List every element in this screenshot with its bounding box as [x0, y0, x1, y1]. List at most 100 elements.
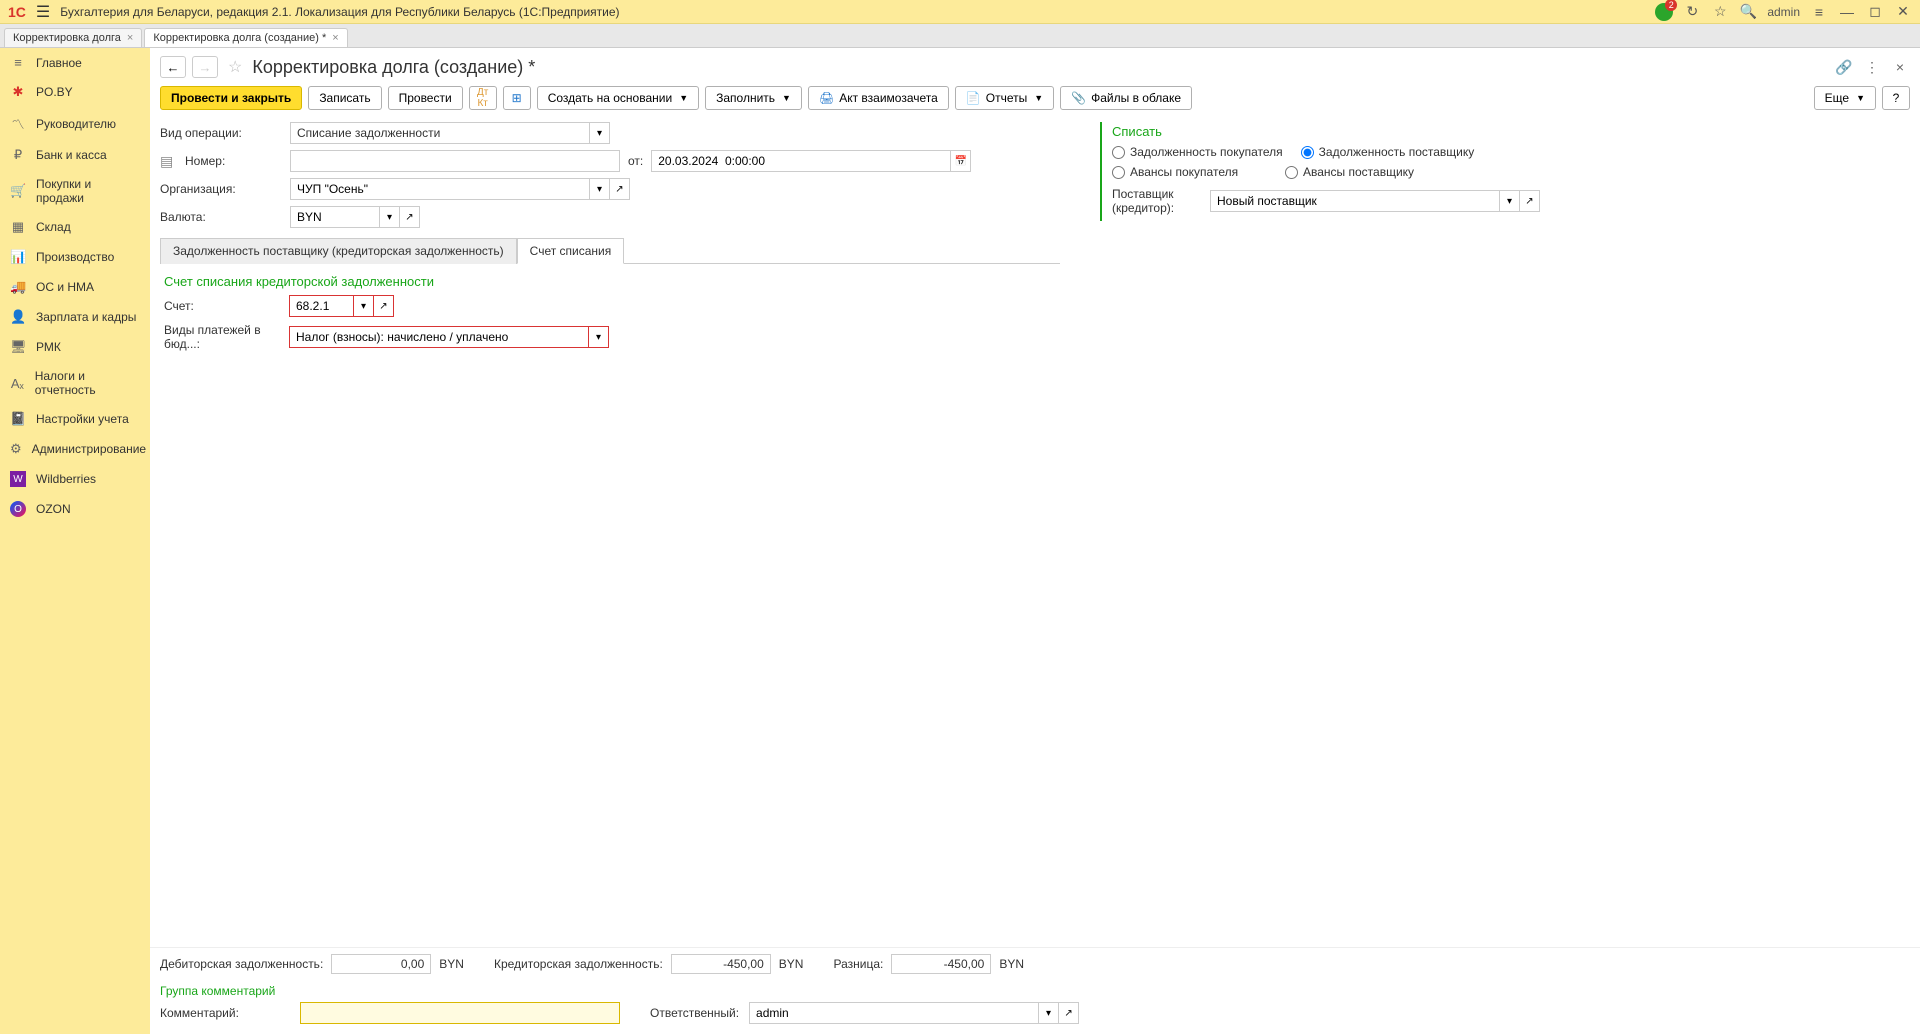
tab-label: Корректировка долга (создание) * [153, 32, 326, 44]
radio-label: Авансы покупателя [1130, 165, 1238, 179]
sidebar-label: Руководителю [36, 117, 116, 131]
close-window-icon[interactable]: ✕ [1894, 3, 1912, 21]
fill-button[interactable]: Заполнить▼ [705, 86, 802, 110]
dropdown-button[interactable]: ▾ [590, 122, 610, 144]
payment-types-input[interactable] [289, 326, 589, 348]
help-button[interactable]: ? [1882, 86, 1910, 110]
account-label: Счет: [164, 299, 289, 313]
sidebar-item-ozon[interactable]: ОOZON [0, 494, 150, 524]
writeoff-section-title: Счет списания кредиторской задолженности [164, 274, 1056, 289]
act-button[interactable]: 🖨Акт взаимозачета [808, 86, 949, 110]
radio-label: Задолженность покупателя [1130, 145, 1283, 159]
supplier-label: Поставщик (кредитор): [1112, 187, 1210, 215]
account-input[interactable] [289, 295, 354, 317]
username-label[interactable]: admin [1767, 5, 1800, 19]
sidebar-item-warehouse[interactable]: ▦Склад [0, 212, 150, 242]
tab-writeoff-account[interactable]: Счет списания [517, 238, 625, 264]
minimize-icon[interactable]: — [1838, 3, 1856, 21]
caret-down-icon: ▼ [1034, 93, 1043, 103]
dropdown-button[interactable]: ▾ [1500, 190, 1520, 212]
dropdown-button[interactable]: ▾ [589, 326, 609, 348]
link-icon[interactable]: 🔗 [1834, 57, 1854, 77]
sidebar-label: OZON [36, 502, 71, 516]
dropdown-button[interactable]: ▾ [380, 206, 400, 228]
cloud-files-button[interactable]: 📎Файлы в облаке [1060, 86, 1192, 110]
dt-kt-button[interactable]: Дт Кт [469, 86, 497, 110]
sidebar-item-rmk[interactable]: 🖥РМК [0, 332, 150, 362]
sidebar-item-production[interactable]: 📊Производство [0, 242, 150, 272]
structure-button[interactable]: ⊞ [503, 86, 531, 110]
sidebar-item-main[interactable]: ≡Главное [0, 48, 150, 77]
organization-input[interactable] [290, 178, 590, 200]
date-input[interactable] [651, 150, 951, 172]
number-input[interactable] [290, 150, 620, 172]
radio-buyer-advances[interactable]: Авансы покупателя [1112, 165, 1267, 179]
responsible-input[interactable] [749, 1002, 1039, 1024]
history-icon[interactable]: ↻ [1683, 3, 1701, 21]
operation-type-input[interactable]: Списание задолженности [290, 122, 590, 144]
titlebar: 1C ☰ Бухгалтерия для Беларуси, редакция … [0, 0, 1920, 24]
sidebar-label: Настройки учета [36, 412, 129, 426]
notification-badge-icon[interactable] [1655, 3, 1673, 21]
radio-supplier-advances[interactable]: Авансы поставщику [1285, 165, 1414, 179]
dropdown-button[interactable]: ▾ [590, 178, 610, 200]
open-button[interactable]: ↗ [1059, 1002, 1079, 1024]
tab-label: Корректировка долга [13, 32, 121, 44]
tab-content: Счет списания кредиторской задолженности… [160, 264, 1060, 367]
close-tab-icon[interactable]: × [127, 32, 133, 44]
number-icon: ▤ [160, 153, 185, 170]
organization-label: Организация: [160, 182, 290, 196]
sidebar-item-bank[interactable]: ₽Банк и касса [0, 140, 150, 170]
close-tab-icon[interactable]: × [332, 32, 338, 44]
sidebar-item-settings[interactable]: 📓Настройки учета [0, 404, 150, 434]
nav-forward-button[interactable]: → [192, 56, 218, 78]
sidebar-item-manager[interactable]: 〽Руководителю [0, 107, 150, 140]
comment-input[interactable] [300, 1002, 620, 1024]
favorite-toggle-icon[interactable]: ☆ [228, 57, 242, 77]
tab-debt-supplier[interactable]: Задолженность поставщику (кредиторская з… [160, 238, 517, 264]
post-button[interactable]: Провести [388, 86, 463, 110]
open-button[interactable]: ↗ [374, 295, 394, 317]
close-document-icon[interactable]: × [1890, 57, 1910, 77]
main-menu-icon[interactable]: ☰ [36, 2, 50, 22]
settings-icon[interactable]: ≡ [1810, 3, 1828, 21]
sidebar-item-admin[interactable]: ⚙Администрирование [0, 434, 150, 464]
maximize-icon[interactable]: ◻ [1866, 3, 1884, 21]
calendar-button[interactable]: 📅 [951, 150, 971, 172]
sidebar-item-sales[interactable]: 🛒Покупки и продажи [0, 170, 150, 212]
sidebar-label: Главное [36, 56, 82, 70]
pos-icon: 🖥 [10, 339, 26, 355]
document-header: ← → ☆ Корректировка долга (создание) * 🔗… [150, 48, 1920, 82]
radio-supplier-debt[interactable]: Задолженность поставщику [1301, 145, 1475, 159]
dropdown-button[interactable]: ▾ [354, 295, 374, 317]
radio-buyer-debt[interactable]: Задолженность покупателя [1112, 145, 1283, 159]
sidebar-item-taxes[interactable]: AₓНалоги и отчетность [0, 362, 150, 404]
more-vertical-icon[interactable]: ⋮ [1862, 57, 1882, 77]
sidebar-item-hr[interactable]: 👤Зарплата и кадры [0, 302, 150, 332]
reports-button[interactable]: 📄Отчеты▼ [955, 86, 1054, 110]
sidebar-item-assets[interactable]: 🚚ОС и НМА [0, 272, 150, 302]
report-icon: 📄 [966, 91, 981, 105]
responsible-label: Ответственный: [650, 1006, 739, 1020]
nav-back-button[interactable]: ← [160, 56, 186, 78]
dropdown-button[interactable]: ▾ [1039, 1002, 1059, 1024]
sidebar-item-wildberries[interactable]: WWildberries [0, 464, 150, 494]
titlebar-right: ↻ ☆ 🔍 admin ≡ — ◻ ✕ [1655, 3, 1912, 21]
currency-input[interactable] [290, 206, 380, 228]
tab-item[interactable]: Корректировка долга (создание) * × [144, 28, 347, 47]
supplier-input[interactable] [1210, 190, 1500, 212]
favorites-icon[interactable]: ☆ [1711, 3, 1729, 21]
sidebar-item-poby[interactable]: ✱PO.BY [0, 77, 150, 107]
post-and-close-button[interactable]: Провести и закрыть [160, 86, 302, 110]
sidebar-label: Зарплата и кадры [36, 310, 136, 324]
document-title: Корректировка долга (создание) * [252, 57, 535, 78]
search-icon[interactable]: 🔍 [1739, 3, 1757, 21]
open-button[interactable]: ↗ [610, 178, 630, 200]
open-button[interactable]: ↗ [400, 206, 420, 228]
tab-item[interactable]: Корректировка долга × [4, 28, 142, 47]
open-button[interactable]: ↗ [1520, 190, 1540, 212]
sidebar-label: ОС и НМА [36, 280, 94, 294]
create-based-on-button[interactable]: Создать на основании▼ [537, 86, 699, 110]
more-button[interactable]: Еще▼ [1814, 86, 1876, 110]
save-button[interactable]: Записать [308, 86, 381, 110]
